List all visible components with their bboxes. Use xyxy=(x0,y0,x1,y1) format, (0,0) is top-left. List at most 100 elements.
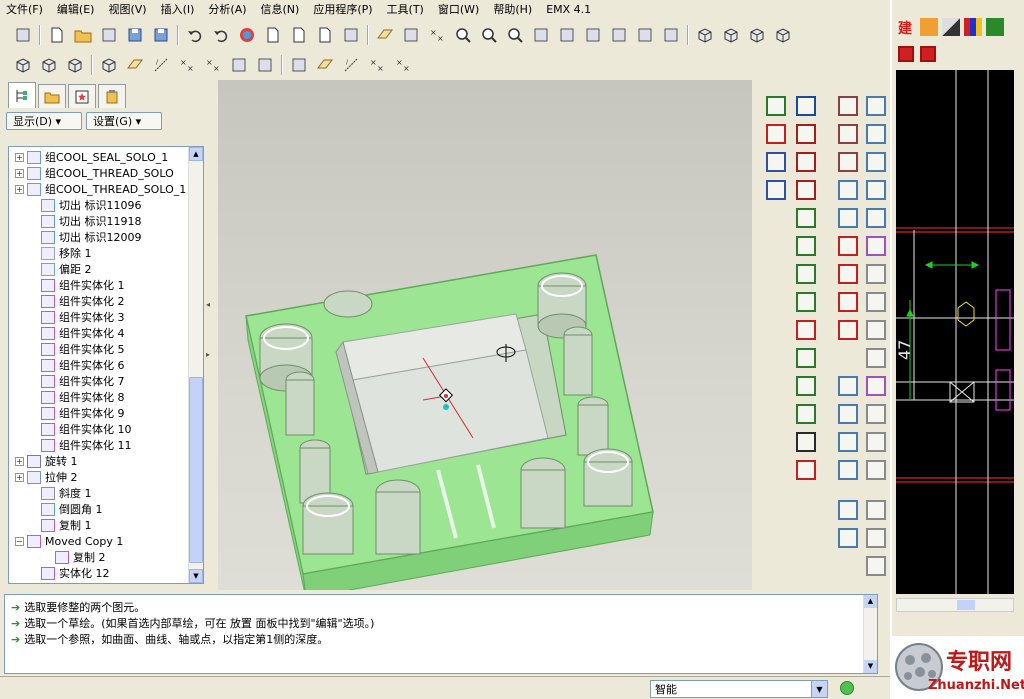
close-window-button[interactable] xyxy=(288,54,310,76)
tree-item[interactable]: 倒圆角 1 xyxy=(9,501,203,517)
menu-item-2[interactable]: 视图(V) xyxy=(108,1,146,17)
variable-icon[interactable] xyxy=(866,460,886,480)
tree-item[interactable]: 组件实体化 7 xyxy=(9,373,203,389)
view-top-button[interactable] xyxy=(38,54,60,76)
tree-item[interactable]: 组件实体化 10 xyxy=(9,421,203,437)
edit-feature-icon[interactable] xyxy=(766,124,786,144)
color-icon[interactable] xyxy=(964,18,982,36)
tab-history[interactable] xyxy=(98,84,126,108)
sketch-icon[interactable] xyxy=(766,152,786,172)
panel-splitter[interactable]: ◂ ▸ xyxy=(204,80,216,590)
menu-item-9[interactable]: 帮助(H) xyxy=(493,1,532,17)
layers-button[interactable] xyxy=(582,24,604,46)
extrude-icon[interactable] xyxy=(796,264,816,284)
layers-icon[interactable] xyxy=(920,18,938,36)
show-dropdown[interactable]: 显示(D) ▾ xyxy=(6,112,82,130)
shade-button[interactable] xyxy=(98,54,120,76)
sketch-button[interactable] xyxy=(374,24,396,46)
draft-icon[interactable] xyxy=(796,180,816,200)
point-cross-icon[interactable] xyxy=(838,96,858,116)
tree-item[interactable]: 组件实体化 2 xyxy=(9,293,203,309)
menu-item-0[interactable]: 文件(F) xyxy=(6,1,43,17)
mapkey-button[interactable] xyxy=(400,24,422,46)
view-manager-button[interactable] xyxy=(556,24,578,46)
point-array-icon[interactable] xyxy=(838,320,858,340)
tree-item[interactable]: 切出 标识11096 xyxy=(9,197,203,213)
tree-item[interactable]: + 旋转 1 xyxy=(9,453,203,469)
regenerate-button[interactable] xyxy=(340,24,362,46)
csys-display-button[interactable]: × × xyxy=(392,54,414,76)
plane-icon[interactable] xyxy=(866,124,886,144)
tree-item[interactable]: 复制 2 xyxy=(9,549,203,565)
select-button[interactable] xyxy=(12,24,34,46)
flag-icon[interactable] xyxy=(866,556,886,576)
redo-button[interactable] xyxy=(210,24,232,46)
blend-icon[interactable] xyxy=(866,152,886,172)
boundary-icon[interactable] xyxy=(838,460,858,480)
thicken-icon[interactable] xyxy=(866,292,886,312)
pen-icon[interactable] xyxy=(942,18,960,36)
datum-axis-button[interactable]: / xyxy=(150,54,172,76)
rib-icon[interactable] xyxy=(796,152,816,172)
selection-filter[interactable]: 智能 ▼ xyxy=(650,680,828,698)
window-icon-2[interactable] xyxy=(920,46,936,62)
fill-icon[interactable] xyxy=(866,236,886,256)
merge-icon[interactable] xyxy=(866,320,886,340)
sweep-icon[interactable] xyxy=(866,180,886,200)
zoom-out-button[interactable] xyxy=(478,24,500,46)
relation-icon[interactable] xyxy=(796,460,816,480)
reorient-button[interactable] xyxy=(530,24,552,46)
menu-item-6[interactable]: 应用程序(P) xyxy=(313,1,372,17)
wedge-icon[interactable] xyxy=(838,528,858,548)
no-hidden-button[interactable] xyxy=(746,24,768,46)
settings-dropdown[interactable]: 设置(G) ▾ xyxy=(86,112,162,130)
datum-point-toggle-button[interactable]: × × xyxy=(176,54,198,76)
wireframe-button[interactable] xyxy=(694,24,716,46)
hole-icon[interactable] xyxy=(766,96,786,116)
tree-item[interactable]: 偏距 2 xyxy=(9,261,203,277)
open-button[interactable] xyxy=(72,24,94,46)
tree-scroll-thumb[interactable] xyxy=(189,377,203,563)
analysis-button[interactable] xyxy=(660,24,682,46)
plane-sketch-icon[interactable] xyxy=(838,264,858,284)
tree-item[interactable]: 组件实体化 4 xyxy=(9,325,203,341)
collapse-icon[interactable]: − xyxy=(15,536,24,546)
tree-scrollbar[interactable]: ▲ ▼ xyxy=(188,147,203,583)
zoom-in-button[interactable] xyxy=(452,24,474,46)
tree-item[interactable]: + 拉伸 2 xyxy=(9,469,203,485)
surface-icon[interactable] xyxy=(866,208,886,228)
tab-model-tree[interactable] xyxy=(8,82,36,108)
pen-icon[interactable] xyxy=(838,500,858,520)
tree-item[interactable]: + 组COOL_THREAD_SOLO_1 xyxy=(9,181,203,197)
mirror-icon[interactable] xyxy=(766,180,786,200)
new-icon[interactable] xyxy=(796,96,816,116)
tree-item[interactable]: + 组COOL_SEAL_SOLO_1 xyxy=(9,149,203,165)
save-button[interactable] xyxy=(124,24,146,46)
tree-item[interactable]: 实体化 12 xyxy=(9,565,203,581)
shading-button[interactable] xyxy=(772,24,794,46)
msg-scroll-down-icon[interactable]: ▼ xyxy=(864,660,877,673)
scroll-down-icon[interactable]: ▼ xyxy=(189,569,203,583)
chevron-down-icon[interactable]: ▼ xyxy=(811,681,827,697)
drawing-scroll-thumb[interactable] xyxy=(957,600,975,610)
paste-button[interactable] xyxy=(288,24,310,46)
build-tool-button[interactable]: 建 xyxy=(898,18,916,37)
feature-ops-icon[interactable] xyxy=(796,432,816,452)
appearance-button[interactable] xyxy=(236,24,258,46)
revolve-icon[interactable] xyxy=(796,292,816,312)
datum-plane-button[interactable] xyxy=(124,54,146,76)
spin-center-button[interactable] xyxy=(228,54,250,76)
envelope-icon[interactable] xyxy=(866,528,886,548)
publish-icon[interactable] xyxy=(796,404,816,424)
edit-button[interactable] xyxy=(98,24,120,46)
tree-item[interactable]: − Moved Copy 1 xyxy=(9,533,203,549)
msg-scroll-up-icon[interactable]: ▲ xyxy=(864,595,877,608)
tree-item[interactable]: + 组COOL_THREAD_SOLO xyxy=(9,165,203,181)
tab-layers[interactable] xyxy=(38,84,66,108)
measure-icon[interactable] xyxy=(986,18,1004,36)
menu-item-7[interactable]: 工具(T) xyxy=(387,1,424,17)
cad-drawing-view[interactable]: 47 xyxy=(896,70,1014,594)
warp-icon[interactable] xyxy=(838,432,858,452)
pattern-icon[interactable] xyxy=(796,320,816,340)
expand-icon[interactable]: + xyxy=(15,152,24,162)
